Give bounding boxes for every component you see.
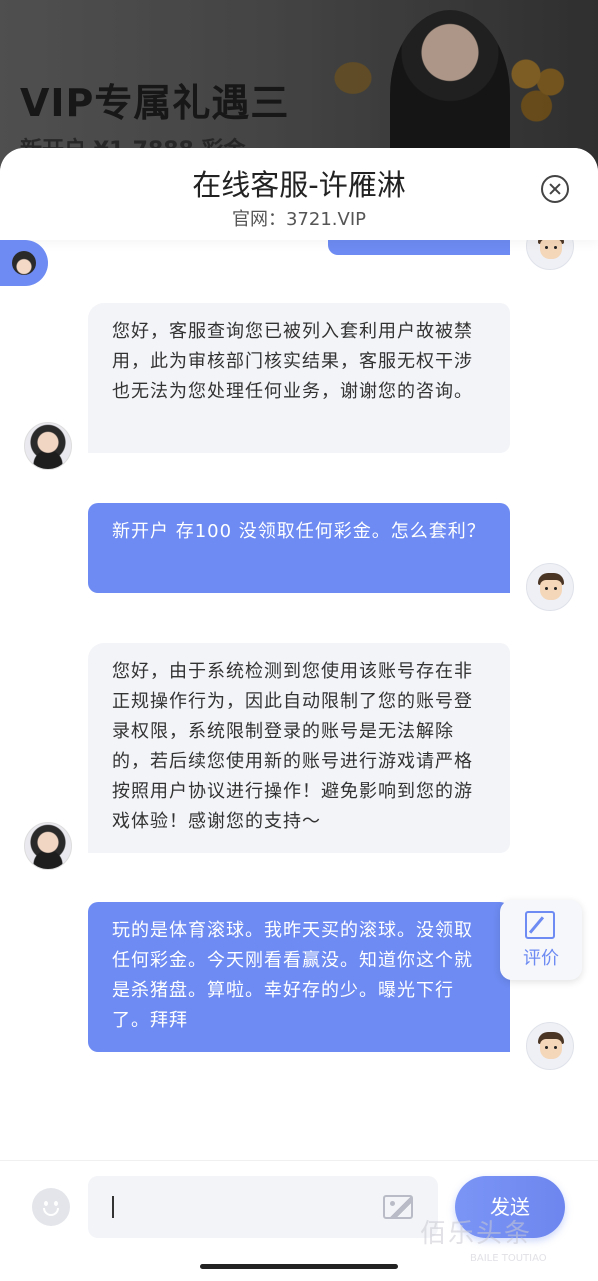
rate-label: 评价: [523, 948, 559, 969]
user-avatar: [526, 1022, 574, 1070]
watermark-sub: BAILE TOUTIAO: [470, 1253, 547, 1264]
agent-message-text: 您好，客服查询您已被列入套利用户故被禁用，此为审核部门核实结果，客服无权干涉也无…: [112, 321, 473, 402]
agent-shortcut-button[interactable]: [0, 240, 48, 286]
emoji-icon[interactable]: [32, 1188, 70, 1226]
chat-website: 官网：3721.VIP: [231, 209, 366, 230]
input-bar: 发送 佰乐头条 BAILE TOUTIAO: [0, 1160, 598, 1281]
user-message-text: 新开户 存100 没领取任何彩金。怎么套利？: [112, 521, 486, 542]
user-message-text: 玩的是体育滚球。我昨天买的滚球。没领取任何彩金。今天刚看看赢没。知道你这个就是杀…: [112, 920, 473, 1031]
chat-modal: 在线客服-许雁淋 官网：3721.VIP 您好，客服查询您已被列入套利用户故被禁…: [0, 148, 598, 1280]
agent-message-text: 您好，由于系统检测到您使用该账号存在非正规操作行为，因此自动限制了您的账号登录权…: [112, 661, 473, 832]
close-icon[interactable]: [541, 175, 569, 203]
user-message: 玩的是体育滚球。我昨天买的滚球。没领取任何彩金。今天刚看看赢没。知道你这个就是杀…: [88, 902, 510, 1052]
user-avatar: [526, 563, 574, 611]
home-indicator: [200, 1264, 398, 1269]
watermark: 佰乐头条: [420, 1219, 533, 1249]
image-icon[interactable]: [383, 1195, 413, 1219]
chat-header: 在线客服-许雁淋 官网：3721.VIP: [0, 148, 598, 240]
agent-avatar: [24, 422, 72, 470]
agent-message: 您好，客服查询您已被列入套利用户故被禁用，此为审核部门核实结果，客服无权干涉也无…: [88, 303, 510, 453]
message-input[interactable]: [110, 1190, 364, 1226]
user-message: 新开户 存100 没领取任何彩金。怎么套利？: [88, 503, 510, 593]
chat-title: 在线客服-许雁淋: [192, 168, 406, 202]
message-input-box[interactable]: [88, 1176, 438, 1238]
agent-avatar: [24, 822, 72, 870]
message-list[interactable]: 您好，客服查询您已被列入套利用户故被禁用，此为审核部门核实结果，客服无权干涉也无…: [0, 220, 598, 1140]
agent-message: 您好，由于系统检测到您使用该账号存在非正规操作行为，因此自动限制了您的账号登录权…: [88, 643, 510, 853]
agent-face-icon: [12, 251, 36, 275]
rate-button[interactable]: 评价: [500, 900, 582, 980]
text-cursor: [112, 1196, 114, 1218]
edit-icon: [525, 911, 555, 939]
